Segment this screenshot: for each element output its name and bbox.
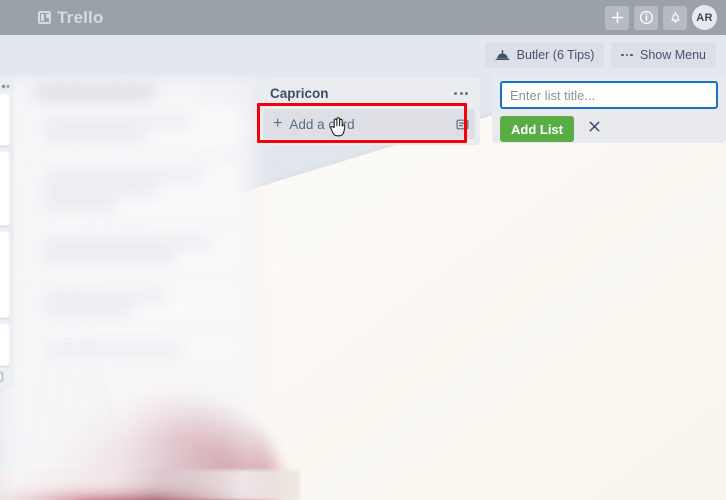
list-item[interactable] (32, 229, 242, 272)
bell-icon (668, 10, 683, 25)
list-title-input[interactable] (500, 81, 718, 109)
list-item[interactable] (32, 282, 242, 325)
close-composer-button[interactable] (584, 119, 604, 139)
pointer-hand-cursor (328, 116, 348, 145)
card-template-icon[interactable] (456, 118, 469, 131)
list-item[interactable] (0, 151, 9, 226)
list-obscured[interactable] (22, 75, 252, 500)
list-item[interactable] (32, 161, 242, 219)
list-menu-icon[interactable] (0, 85, 9, 88)
list-item[interactable] (32, 335, 242, 363)
avatar[interactable]: AR (692, 5, 717, 30)
ellipsis-icon (621, 53, 633, 57)
add-list-composer: Add List (492, 75, 726, 143)
composer-actions: Add List (500, 116, 718, 142)
list-item[interactable] (32, 108, 242, 151)
list-item[interactable] (0, 323, 9, 366)
info-button[interactable] (634, 5, 658, 30)
brand-name: Trello (57, 7, 104, 27)
list-title-placeholder (34, 87, 154, 98)
butler-button[interactable]: Butler (6 Tips) (484, 42, 605, 68)
plus-icon: + (273, 115, 283, 132)
list-title[interactable]: Capricon (270, 86, 329, 101)
info-circle-icon (639, 10, 654, 25)
trello-board-icon (38, 11, 51, 24)
top-header-bar: Trello AR (0, 0, 726, 35)
notifications-button[interactable] (663, 5, 687, 30)
show-menu-label: Show Menu (639, 48, 706, 62)
list-item[interactable] (0, 231, 9, 318)
add-list-button[interactable]: Add List (500, 116, 574, 142)
show-menu-button[interactable]: Show Menu (611, 42, 716, 68)
board-toolbar: Butler (6 Tips) Show Menu (0, 35, 726, 75)
trello-logo[interactable]: Trello (38, 8, 104, 28)
plus-icon (610, 10, 625, 25)
header-actions: AR (605, 5, 717, 30)
add-a-card-button[interactable]: + Add a card (263, 109, 475, 139)
add-button[interactable] (605, 5, 629, 30)
butler-label: Butler (6 Tips) (516, 48, 595, 62)
close-x-icon (587, 119, 602, 139)
list-menu-icon[interactable] (450, 86, 472, 101)
add-card-icon[interactable] (0, 371, 3, 382)
butler-bell-icon (495, 49, 510, 62)
list-header: Capricon (258, 77, 480, 109)
list-partial-left[interactable] (0, 79, 14, 388)
list-capricon[interactable]: Capricon + Add a card (258, 77, 480, 145)
list-item[interactable] (0, 93, 9, 146)
